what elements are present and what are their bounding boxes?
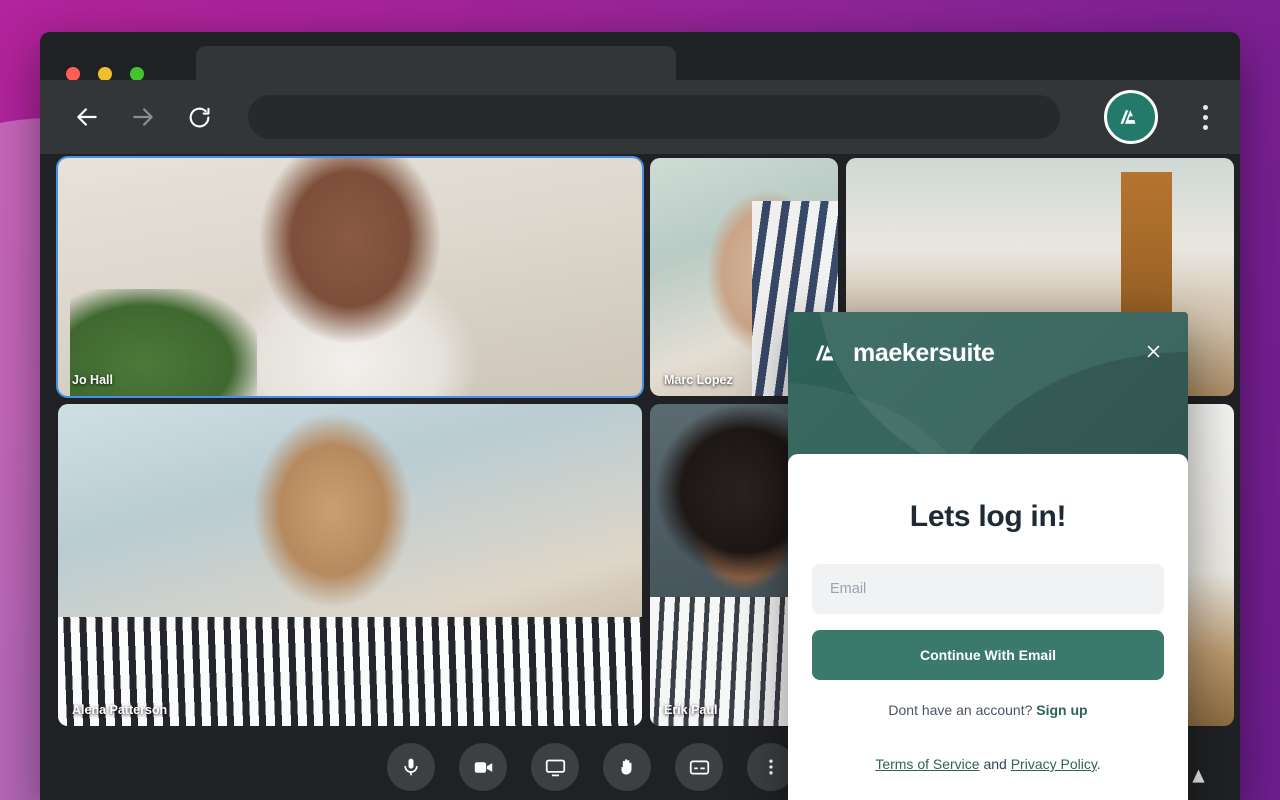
window-traffic-lights xyxy=(66,67,144,81)
terms-of-service-link[interactable]: Terms of Service xyxy=(875,756,979,772)
signup-prompt-row: Dont have an account? Sign up xyxy=(812,702,1164,718)
captions-icon xyxy=(689,760,709,774)
forward-button[interactable] xyxy=(128,102,158,132)
back-button[interactable] xyxy=(72,102,102,132)
profile-avatar[interactable] xyxy=(1104,90,1158,144)
microphone-icon xyxy=(404,758,418,776)
reload-icon xyxy=(189,107,210,127)
address-bar[interactable] xyxy=(248,95,1060,139)
login-modal-body: Lets log in! Continue With Email Dont ha… xyxy=(788,454,1188,800)
legal-links-row: Terms of Service and Privacy Policy. xyxy=(812,756,1164,772)
more-vertical-icon xyxy=(769,759,773,775)
login-title: Lets log in! xyxy=(909,500,1067,533)
maximize-window-button[interactable] xyxy=(130,67,144,81)
brand-lockup: maekersuite xyxy=(812,338,995,368)
activities-icon xyxy=(1191,769,1205,783)
camera-icon xyxy=(474,761,492,773)
raise-hand-button[interactable] xyxy=(603,743,651,791)
login-modal-header: maekersuite xyxy=(788,312,1188,470)
participant-name: Erik Paul xyxy=(664,703,718,717)
close-icon xyxy=(1147,345,1159,357)
browser-toolbar xyxy=(40,80,1240,154)
minimize-window-button[interactable] xyxy=(98,67,112,81)
desktop-background: + xyxy=(0,0,1280,800)
participant-name: Jo Hall xyxy=(72,373,113,387)
participant-video xyxy=(58,158,642,396)
legal-period: . xyxy=(1096,756,1101,772)
participant-name: Alena Patterson xyxy=(72,703,168,717)
three-dot-menu-icon xyxy=(1202,104,1208,110)
signup-prompt-text: Dont have an account? xyxy=(888,702,1033,718)
maekersuite-logo-icon xyxy=(1120,110,1136,124)
reload-button[interactable] xyxy=(184,102,214,132)
legal-conjunction: and xyxy=(979,756,1011,772)
close-window-button[interactable] xyxy=(66,67,80,81)
participant-name: Marc Lopez xyxy=(664,373,733,387)
browser-menu-button[interactable] xyxy=(1192,97,1218,137)
arrow-right-icon xyxy=(133,108,153,126)
maekersuite-logo-icon xyxy=(815,345,834,361)
video-call-page: Jo Hall Marc Lopez Alena Patterson Erik … xyxy=(40,154,1240,800)
signup-link[interactable]: Sign up xyxy=(1036,702,1087,718)
captions-button[interactable] xyxy=(675,743,723,791)
brand-name: maekersuite xyxy=(853,338,995,367)
hand-icon xyxy=(621,759,632,775)
email-input[interactable] xyxy=(812,564,1164,614)
arrow-left-icon xyxy=(77,108,97,126)
camera-button[interactable] xyxy=(459,743,507,791)
participant-video xyxy=(58,404,642,726)
browser-tab-strip: + xyxy=(40,32,1240,131)
close-modal-button[interactable] xyxy=(1140,338,1166,364)
privacy-policy-link[interactable]: Privacy Policy xyxy=(1011,756,1097,772)
browser-window: + xyxy=(40,32,1240,800)
participant-tile-jo-hall[interactable]: Jo Hall xyxy=(56,156,644,398)
microphone-button[interactable] xyxy=(387,743,435,791)
present-button[interactable] xyxy=(531,743,579,791)
continue-with-email-button[interactable]: Continue With Email xyxy=(812,630,1164,680)
participant-tile-alena-patterson[interactable]: Alena Patterson xyxy=(58,404,642,726)
present-screen-icon xyxy=(545,759,565,776)
login-modal: maekersuite Lets log in! Continue With E… xyxy=(788,312,1188,800)
